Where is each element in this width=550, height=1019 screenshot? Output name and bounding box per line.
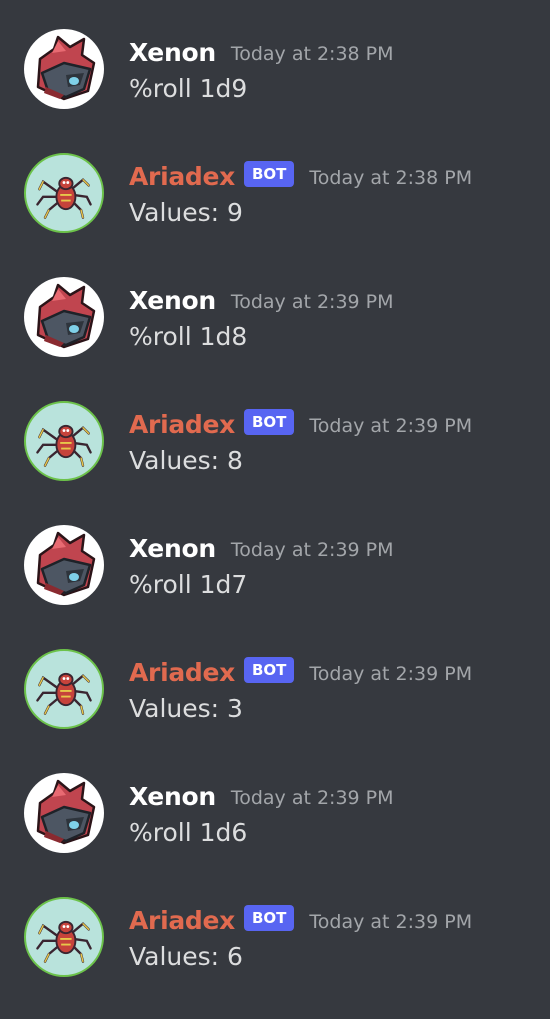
message-item: Xenon Today at 2:39 PM %roll 1d8 xyxy=(0,248,550,372)
username[interactable]: Ariadex xyxy=(129,658,235,687)
message-header: Ariadex BOT Today at 2:39 PM xyxy=(129,654,472,690)
message-item: Xenon Today at 2:39 PM %roll 1d6 xyxy=(0,744,550,868)
message-header: Xenon Today at 2:39 PM xyxy=(129,778,394,814)
timestamp: Today at 2:39 PM xyxy=(230,539,394,561)
message-text: %roll 1d6 xyxy=(129,818,248,847)
message-item: Xenon Today at 2:38 PM %roll 1d9 xyxy=(0,0,550,124)
spider-avatar-icon[interactable] xyxy=(24,649,104,729)
message-text: Values: 3 xyxy=(129,694,243,723)
username[interactable]: Ariadex xyxy=(129,162,235,191)
message-text: Values: 9 xyxy=(129,198,243,227)
username[interactable]: Xenon xyxy=(129,782,216,811)
bot-badge: BOT xyxy=(244,657,295,683)
timestamp: Today at 2:39 PM xyxy=(309,911,473,933)
red-helmet-avatar-icon[interactable] xyxy=(24,277,104,357)
username[interactable]: Xenon xyxy=(129,286,216,315)
message-text: Values: 6 xyxy=(129,942,243,971)
red-helmet-avatar-icon[interactable] xyxy=(24,525,104,605)
username[interactable]: Ariadex xyxy=(129,410,235,439)
bot-badge: BOT xyxy=(244,409,295,435)
timestamp: Today at 2:39 PM xyxy=(230,787,394,809)
timestamp: Today at 2:39 PM xyxy=(230,291,394,313)
timestamp: Today at 2:38 PM xyxy=(309,167,473,189)
message-header: Xenon Today at 2:39 PM xyxy=(129,282,394,318)
message-item: Ariadex BOT Today at 2:39 PM Values: 3 xyxy=(0,620,550,744)
username[interactable]: Ariadex xyxy=(129,906,235,935)
timestamp: Today at 2:39 PM xyxy=(309,415,473,437)
bot-badge: BOT xyxy=(244,161,295,187)
message-text: %roll 1d7 xyxy=(129,570,248,599)
message-header: Ariadex BOT Today at 2:38 PM xyxy=(129,158,472,194)
red-helmet-avatar-icon[interactable] xyxy=(24,29,104,109)
message-text: %roll 1d9 xyxy=(129,74,248,103)
chat-message-list: Xenon Today at 2:38 PM %roll 1d9 Ariadex… xyxy=(0,0,550,1019)
username[interactable]: Xenon xyxy=(129,38,216,67)
timestamp: Today at 2:38 PM xyxy=(230,43,394,65)
message-item: Ariadex BOT Today at 2:38 PM Values: 9 xyxy=(0,124,550,248)
message-header: Xenon Today at 2:38 PM xyxy=(129,34,394,70)
spider-avatar-icon[interactable] xyxy=(24,401,104,481)
message-header: Ariadex BOT Today at 2:39 PM xyxy=(129,406,472,442)
message-item: Xenon Today at 2:39 PM %roll 1d7 xyxy=(0,496,550,620)
message-item: Ariadex BOT Today at 2:39 PM Values: 6 xyxy=(0,868,550,992)
username[interactable]: Xenon xyxy=(129,534,216,563)
message-item: Ariadex BOT Today at 2:39 PM Values: 8 xyxy=(0,372,550,496)
message-text: Values: 8 xyxy=(129,446,243,475)
spider-avatar-icon[interactable] xyxy=(24,897,104,977)
bot-badge: BOT xyxy=(244,905,295,931)
message-text: %roll 1d8 xyxy=(129,322,248,351)
spider-avatar-icon[interactable] xyxy=(24,153,104,233)
message-header: Xenon Today at 2:39 PM xyxy=(129,530,394,566)
timestamp: Today at 2:39 PM xyxy=(309,663,473,685)
message-header: Ariadex BOT Today at 2:39 PM xyxy=(129,902,472,938)
red-helmet-avatar-icon[interactable] xyxy=(24,773,104,853)
